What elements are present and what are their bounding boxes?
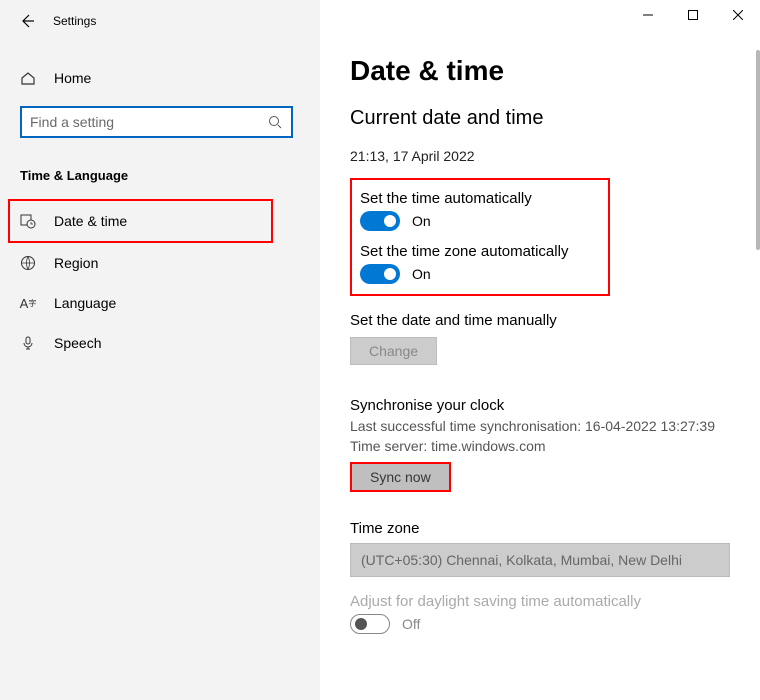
sync-last-text: Last successful time synchronisation: 16… xyxy=(350,418,730,434)
search-icon xyxy=(267,114,283,130)
timezone-header: Time zone xyxy=(350,520,730,537)
sidebar: Settings Home Time & Language xyxy=(0,0,320,700)
auto-time-label: Set the time automatically xyxy=(360,190,594,207)
search-input[interactable] xyxy=(20,106,293,138)
search-field[interactable] xyxy=(30,114,267,130)
manual-time-label: Set the date and time manually xyxy=(350,312,730,329)
titlebar: Settings xyxy=(0,0,320,42)
sidebar-item-speech[interactable]: Speech xyxy=(0,323,320,363)
sync-server-text: Time server: time.windows.com xyxy=(350,438,730,454)
globe-icon xyxy=(20,255,36,271)
language-icon: A字 xyxy=(20,295,36,311)
home-nav[interactable]: Home xyxy=(20,62,320,94)
calendar-clock-icon xyxy=(20,213,36,229)
dst-label: Adjust for daylight saving time automati… xyxy=(350,593,730,610)
page-title: Date & time xyxy=(350,55,730,87)
back-button[interactable] xyxy=(20,14,38,28)
window-title: Settings xyxy=(53,14,96,28)
main-content: Date & time Current date and time 21:13,… xyxy=(320,0,760,700)
sidebar-item-label: Region xyxy=(54,255,98,271)
dst-toggle xyxy=(350,614,390,634)
scrollbar[interactable] xyxy=(756,50,760,250)
category-header: Time & Language xyxy=(20,168,320,183)
change-button: Change xyxy=(350,337,437,365)
sidebar-item-label: Speech xyxy=(54,335,101,351)
sidebar-item-language[interactable]: A字 Language xyxy=(0,283,320,323)
current-datetime: 21:13, 17 April 2022 xyxy=(350,148,730,164)
auto-tz-toggle[interactable] xyxy=(360,264,400,284)
auto-settings-group: Set the time automatically On Set the ti… xyxy=(350,178,610,296)
home-label: Home xyxy=(54,70,91,86)
sync-now-button[interactable]: Sync now xyxy=(350,462,451,492)
timezone-select: (UTC+05:30) Chennai, Kolkata, Mumbai, Ne… xyxy=(350,543,730,577)
auto-time-state: On xyxy=(412,213,431,229)
sidebar-item-date-time[interactable]: Date & time xyxy=(8,199,273,243)
microphone-icon xyxy=(20,335,36,351)
sidebar-item-label: Date & time xyxy=(54,213,127,229)
section-header: Current date and time xyxy=(350,107,730,130)
sidebar-item-label: Language xyxy=(54,295,116,311)
home-icon xyxy=(20,70,36,86)
auto-tz-label: Set the time zone automatically xyxy=(360,243,594,260)
close-button[interactable] xyxy=(715,0,760,30)
maximize-button[interactable] xyxy=(670,0,715,30)
sidebar-item-region[interactable]: Region xyxy=(0,243,320,283)
auto-tz-state: On xyxy=(412,266,431,282)
sync-header: Synchronise your clock xyxy=(350,397,730,414)
dst-state: Off xyxy=(402,616,420,632)
minimize-button[interactable] xyxy=(625,0,670,30)
auto-time-toggle[interactable] xyxy=(360,211,400,231)
